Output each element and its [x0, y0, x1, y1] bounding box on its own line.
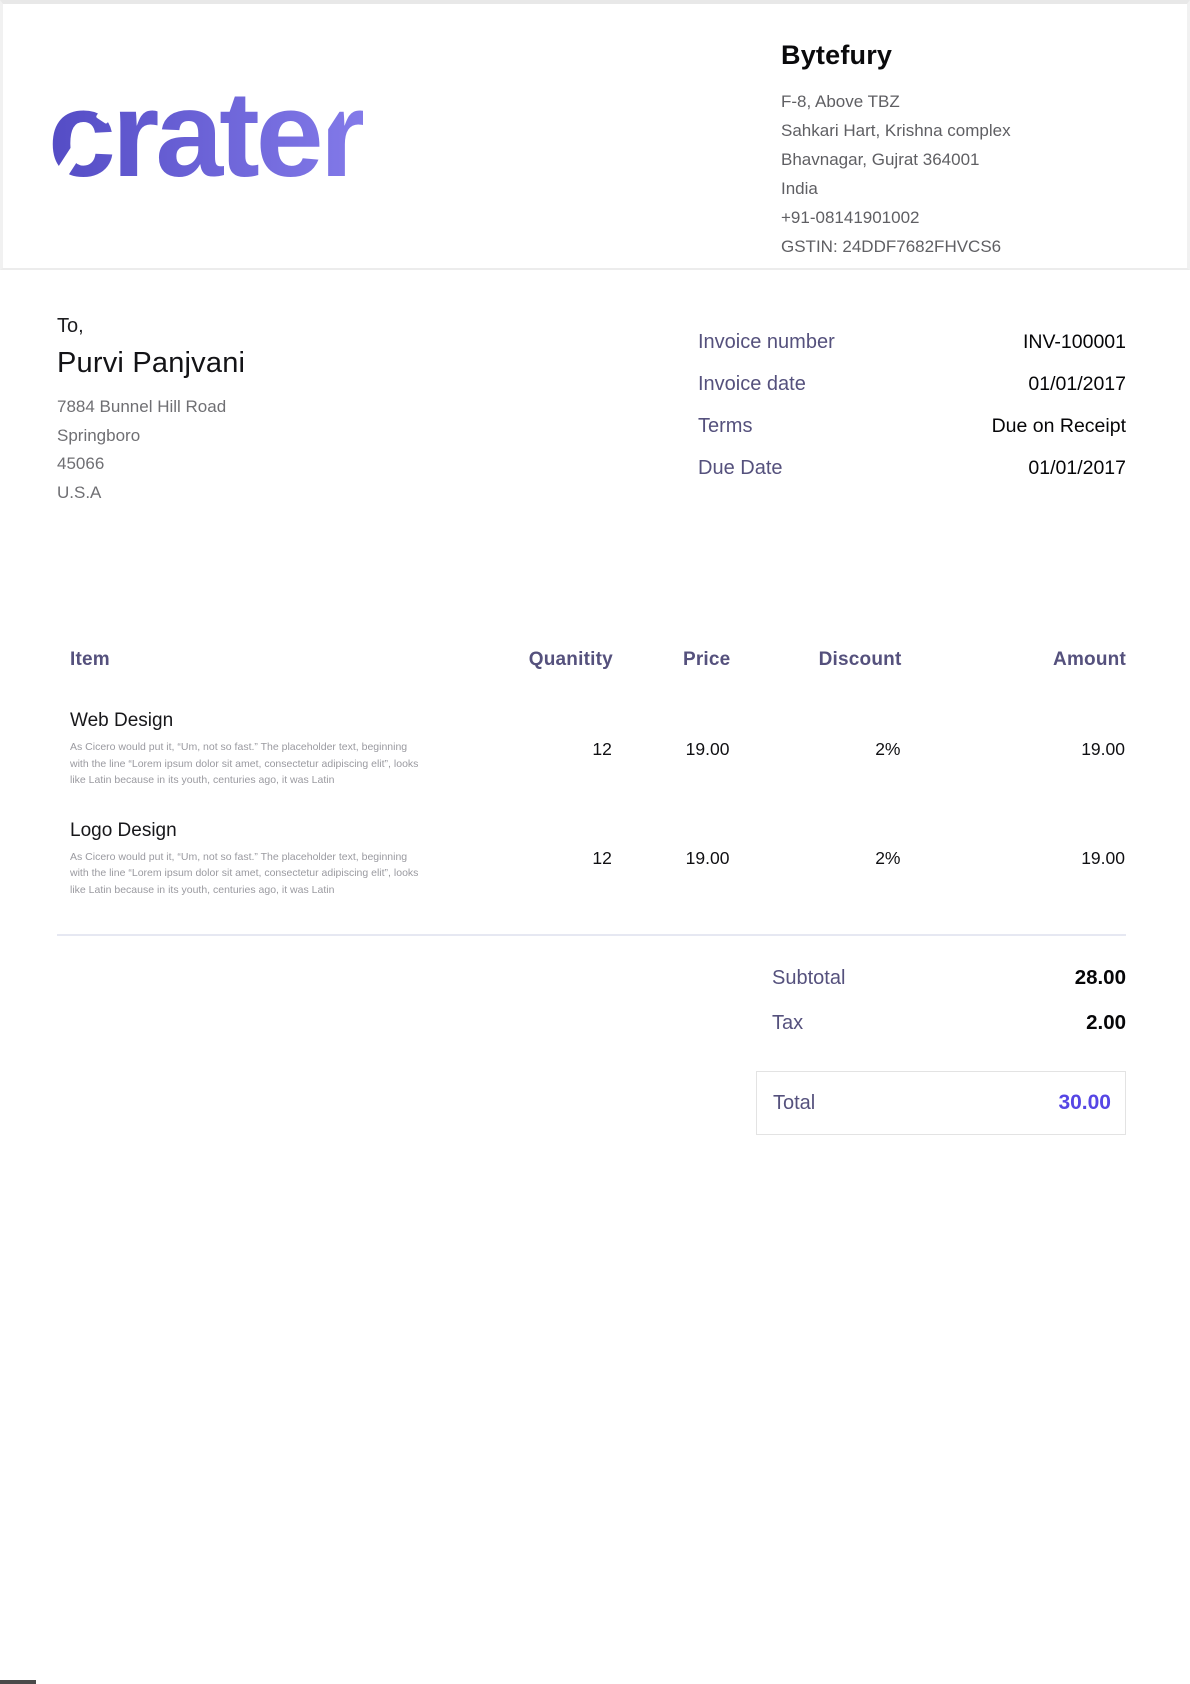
items-table-header-row: Item Quanitity Price Discount Amount	[57, 649, 1126, 709]
item-quantity: 12	[485, 819, 613, 929]
items-table: Item Quanitity Price Discount Amount Web…	[57, 649, 1126, 928]
bill-to-label: To,	[57, 315, 245, 338]
item-name: Logo Design	[70, 820, 484, 842]
invoice-number-row: Invoice number INV-100001	[698, 331, 1126, 354]
column-header-discount: Discount	[730, 649, 901, 709]
customer-address-line: 45066	[57, 450, 245, 479]
column-header-quantity: Quanitity	[485, 649, 613, 709]
column-header-amount: Amount	[901, 649, 1126, 709]
company-address: F-8, Above TBZ Sahkari Hart, Krishna com…	[781, 87, 1059, 261]
bill-to-block: To, Purvi Panjvani 7884 Bunnel Hill Road…	[57, 315, 245, 507]
table-bottom-divider	[57, 934, 1126, 936]
table-row: Web Design As Cicero would put it, “Um, …	[57, 709, 1126, 819]
customer-address: 7884 Bunnel Hill Road Springboro 45066 U…	[57, 393, 245, 507]
due-date-value: 01/01/2017	[1028, 457, 1126, 480]
item-description-line: like Latin because in its youth, centuri…	[70, 882, 484, 899]
customer-address-line: 7884 Bunnel Hill Road	[57, 393, 245, 422]
invoice-number-label: Invoice number	[698, 331, 835, 354]
customer-address-line: U.S.A	[57, 479, 245, 508]
item-amount: 19.00	[901, 819, 1126, 929]
subtotal-row: Subtotal 28.00	[756, 966, 1126, 990]
item-quantity: 12	[485, 709, 613, 819]
invoice-date-value: 01/01/2017	[1028, 373, 1126, 396]
tax-row: Tax 2.00	[756, 1011, 1126, 1035]
item-description-line: with the line “Lorem ipsum dolor sit ame…	[70, 865, 484, 882]
terms-value: Due on Receipt	[992, 415, 1126, 438]
customer-address-line: Springboro	[57, 422, 245, 451]
item-description-line: like Latin because in its youth, centuri…	[70, 772, 484, 789]
company-name: Bytefury	[781, 40, 1059, 71]
company-address-line: India	[781, 174, 1059, 203]
due-date-label: Due Date	[698, 457, 783, 480]
totals-block: Subtotal 28.00 Tax 2.00 Total 30.00	[756, 966, 1126, 1135]
total-label: Total	[773, 1092, 815, 1115]
column-header-price: Price	[613, 649, 731, 709]
item-description-line: As Cicero would put it, “Um, not so fast…	[70, 849, 484, 866]
item-description-line: with the line “Lorem ipsum dolor sit ame…	[70, 756, 484, 773]
total-value: 30.00	[1058, 1091, 1111, 1115]
item-amount: 19.00	[901, 709, 1126, 819]
company-phone: +91-08141901002	[781, 203, 1059, 232]
invoice-date-row: Invoice date 01/01/2017	[698, 373, 1126, 396]
tax-value: 2.00	[1086, 1011, 1126, 1035]
item-description-line: As Cicero would put it, “Um, not so fast…	[70, 739, 484, 756]
item-price: 19.00	[613, 709, 731, 819]
item-cell: Web Design As Cicero would put it, “Um, …	[57, 709, 485, 819]
tax-label: Tax	[772, 1012, 803, 1035]
screen-edge-artifact	[0, 1680, 36, 1684]
company-gstin: GSTIN: 24DDF7682FHVCS6	[781, 232, 1059, 261]
invoice-header: crater Bytefury F-8, Above TBZ Sahkari H…	[0, 0, 1190, 270]
column-header-item: Item	[57, 649, 485, 709]
invoice-date-label: Invoice date	[698, 373, 806, 396]
item-description: As Cicero would put it, “Um, not so fast…	[70, 739, 484, 789]
company-address-line: F-8, Above TBZ	[781, 87, 1059, 116]
terms-row: Terms Due on Receipt	[698, 415, 1126, 438]
crater-logo-text: crater	[48, 66, 363, 202]
item-cell: Logo Design As Cicero would put it, “Um,…	[57, 819, 485, 929]
company-block: Bytefury F-8, Above TBZ Sahkari Hart, Kr…	[781, 40, 1059, 268]
item-price: 19.00	[613, 819, 731, 929]
subtotal-value: 28.00	[1075, 966, 1126, 990]
item-name: Web Design	[70, 710, 484, 732]
customer-name: Purvi Panjvani	[57, 347, 245, 380]
company-address-line: Sahkari Hart, Krishna complex	[781, 116, 1059, 145]
subtotal-label: Subtotal	[772, 967, 845, 990]
terms-label: Terms	[698, 415, 752, 438]
invoice-number-value: INV-100001	[1023, 331, 1126, 354]
due-date-row: Due Date 01/01/2017	[698, 457, 1126, 480]
table-row: Logo Design As Cicero would put it, “Um,…	[57, 819, 1126, 929]
item-discount: 2%	[730, 709, 901, 819]
crater-logo: crater	[48, 54, 363, 214]
item-description: As Cicero would put it, “Um, not so fast…	[70, 849, 484, 899]
invoice-meta-block: Invoice number INV-100001 Invoice date 0…	[698, 331, 1126, 507]
total-box: Total 30.00	[756, 1071, 1126, 1135]
parties-section: To, Purvi Panjvani 7884 Bunnel Hill Road…	[0, 270, 1190, 507]
company-address-line: Bhavnagar, Gujrat 364001	[781, 145, 1059, 174]
item-discount: 2%	[730, 819, 901, 929]
